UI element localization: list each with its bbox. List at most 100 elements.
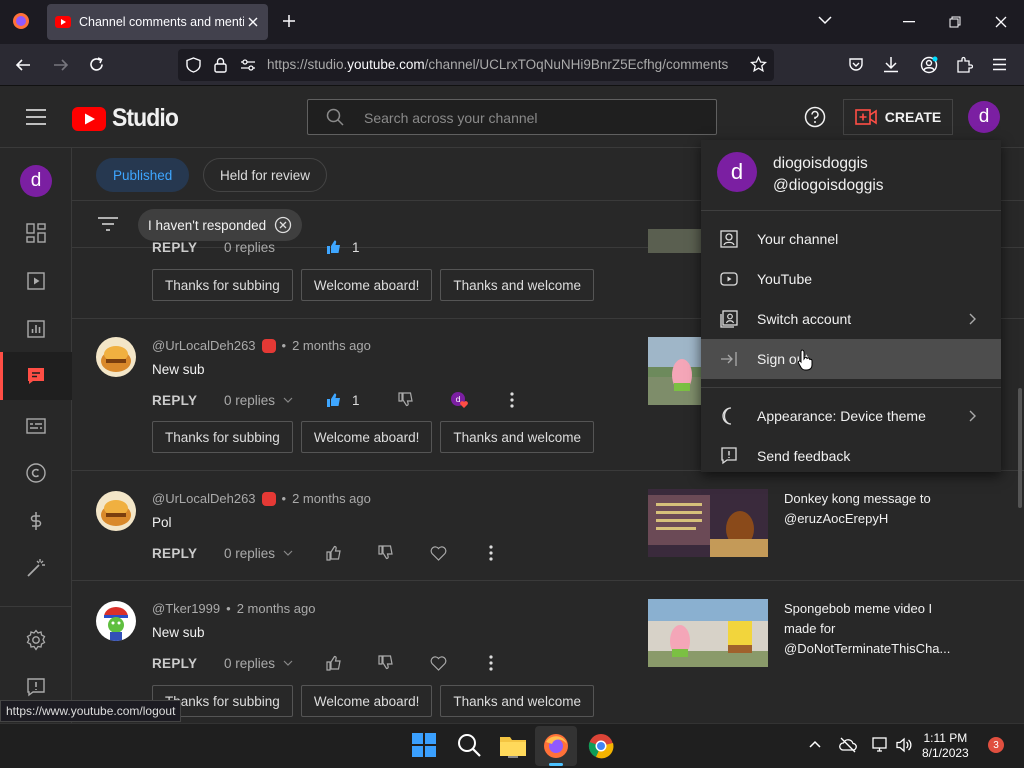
cloud-sync-off-icon[interactable]	[839, 737, 857, 753]
main-scrollbar[interactable]	[1018, 388, 1022, 508]
forward-arrow-icon[interactable]	[53, 57, 69, 73]
menu-item-sign-out[interactable]: Sign out	[701, 339, 1001, 379]
replies-toggle[interactable]: 0 replies	[224, 546, 332, 561]
filter-chip-not-responded[interactable]: I haven't responded	[138, 209, 303, 241]
browser-tab-active[interactable]: Channel comments and mentions	[47, 4, 268, 40]
window-restore-icon[interactable]	[949, 16, 961, 28]
tray-chevron-up-icon[interactable]	[809, 740, 821, 748]
studio-logo[interactable]: Studio	[72, 104, 184, 133]
lock-icon[interactable]	[214, 57, 227, 73]
commenter-avatar[interactable]	[96, 491, 136, 531]
monetization-icon[interactable]	[24, 509, 48, 533]
list-tabs-chevron-icon[interactable]	[818, 15, 832, 25]
comment-author[interactable]: @UrLocalDeh263	[152, 338, 256, 353]
feedback-icon[interactable]	[24, 675, 48, 699]
quick-reply-button[interactable]: Welcome aboard!	[300, 685, 433, 717]
more-options-icon[interactable]	[509, 392, 514, 408]
filter-icon[interactable]	[97, 216, 119, 232]
search-input[interactable]: Search across your channel	[364, 110, 538, 126]
more-options-icon[interactable]	[489, 655, 493, 671]
menu-item-youtube[interactable]: YouTube	[701, 259, 1001, 299]
comment-author[interactable]: @Tker1999	[152, 601, 220, 616]
new-tab-icon[interactable]	[282, 14, 296, 28]
menu-item-your-channel[interactable]: Your channel	[701, 219, 1001, 259]
menu-item-appearance[interactable]: Appearance: Device theme	[701, 396, 1001, 436]
comment-time[interactable]: 2 months ago	[237, 601, 316, 616]
like-filled-icon[interactable]	[326, 392, 342, 408]
back-arrow-icon[interactable]	[15, 57, 31, 73]
taskbar-firefox-active[interactable]	[535, 726, 577, 766]
tracking-shield-icon[interactable]	[186, 57, 201, 73]
commenter-avatar[interactable]	[96, 601, 136, 641]
reply-button[interactable]: REPLY	[152, 656, 224, 671]
dislike-icon[interactable]	[378, 545, 394, 561]
like-icon[interactable]	[326, 545, 342, 561]
quick-reply-button[interactable]: Thanks and welcome	[440, 685, 594, 717]
analytics-icon[interactable]	[24, 317, 48, 341]
video-title[interactable]: Spongebob meme video I made for @DoNotTe…	[784, 599, 954, 659]
file-explorer-icon[interactable]	[499, 732, 527, 760]
video-title[interactable]: Donkey kong message to @eruzAocErepyH	[784, 489, 954, 529]
more-options-icon[interactable]	[489, 545, 493, 561]
reply-button[interactable]: REPLY	[152, 240, 224, 255]
rail-channel-avatar[interactable]: d	[20, 165, 52, 197]
downloads-icon[interactable]	[883, 56, 899, 73]
like-icon[interactable]	[326, 655, 342, 671]
system-clock[interactable]: 1:11 PM 8/1/2023	[922, 731, 969, 761]
heart-icon[interactable]	[430, 655, 447, 671]
menu-icon[interactable]	[26, 109, 46, 125]
reply-button[interactable]: REPLY	[152, 546, 224, 561]
quick-reply-button[interactable]: Thanks and welcome	[440, 421, 594, 453]
network-icon[interactable]	[871, 736, 889, 754]
bookmark-star-icon[interactable]	[750, 56, 767, 73]
dislike-icon[interactable]	[378, 655, 394, 671]
channel-search-box[interactable]: Search across your channel	[307, 99, 717, 135]
dashboard-icon[interactable]	[24, 221, 48, 245]
replies-toggle[interactable]: 0 replies	[224, 393, 332, 408]
header-avatar[interactable]: d	[968, 101, 1000, 133]
account-icon[interactable]	[920, 56, 938, 74]
comment-time[interactable]: 2 months ago	[292, 338, 371, 353]
pocket-icon[interactable]	[848, 57, 864, 73]
permissions-icon[interactable]	[240, 58, 256, 72]
menu-item-send-feedback[interactable]: Send feedback	[701, 436, 1001, 476]
notification-badge[interactable]: 3	[988, 737, 1004, 753]
comment-time[interactable]: 2 months ago	[292, 491, 371, 506]
quick-reply-button[interactable]: Thanks for subbing	[152, 421, 293, 453]
remove-filter-icon[interactable]	[274, 216, 292, 234]
windows-start-icon[interactable]	[411, 732, 439, 760]
search-icon[interactable]	[456, 732, 484, 760]
dislike-icon[interactable]	[397, 392, 414, 408]
quick-reply-button[interactable]: Welcome aboard!	[300, 269, 433, 301]
settings-gear-icon[interactable]	[24, 628, 48, 652]
replies-toggle[interactable]: 0 replies	[224, 656, 332, 671]
copyright-icon[interactable]	[24, 461, 48, 485]
tab-held-for-review[interactable]: Held for review	[203, 158, 328, 192]
like-filled-icon[interactable]	[326, 239, 342, 255]
customization-wand-icon[interactable]	[24, 556, 48, 580]
create-button[interactable]: CREATE	[843, 99, 953, 135]
content-icon[interactable]	[24, 269, 48, 293]
replies-toggle[interactable]: 0 replies	[224, 240, 332, 255]
quick-reply-button[interactable]: Welcome aboard!	[300, 421, 433, 453]
comment-author[interactable]: @UrLocalDeh263	[152, 491, 256, 506]
url-text[interactable]: https://studio.youtube.com/channel/UCLrx…	[267, 57, 737, 72]
reply-button[interactable]: REPLY	[152, 393, 224, 408]
quick-reply-button[interactable]: Thanks for subbing	[152, 269, 293, 301]
volume-icon[interactable]	[895, 736, 913, 754]
window-minimize-icon[interactable]	[903, 21, 915, 23]
subtitles-icon[interactable]	[24, 414, 48, 438]
window-close-icon[interactable]	[995, 16, 1007, 28]
heart-icon[interactable]	[430, 545, 447, 561]
address-bar[interactable]: https://studio.youtube.com/channel/UCLrx…	[178, 49, 774, 81]
video-thumbnail[interactable]	[648, 489, 768, 557]
tab-close-icon[interactable]	[248, 17, 258, 27]
reload-icon[interactable]	[88, 56, 105, 73]
tab-published[interactable]: Published	[96, 158, 190, 192]
commenter-avatar[interactable]	[96, 337, 136, 377]
video-thumbnail[interactable]	[648, 599, 768, 667]
quick-reply-button[interactable]: Thanks and welcome	[440, 269, 594, 301]
rail-item-comments-active[interactable]	[0, 352, 72, 400]
menu-item-switch-account[interactable]: Switch account	[701, 299, 1001, 339]
hamburger-menu-icon[interactable]	[992, 58, 1007, 71]
